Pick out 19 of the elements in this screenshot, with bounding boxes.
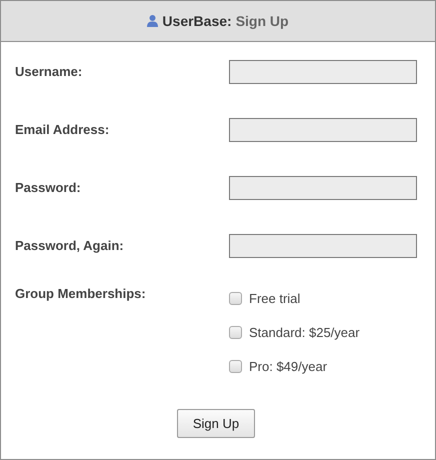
field-label: Email Address: xyxy=(15,122,110,137)
checkbox[interactable] xyxy=(229,292,242,305)
input-field[interactable] xyxy=(229,60,417,84)
checkbox[interactable] xyxy=(229,326,242,339)
field-label: Username: xyxy=(15,64,82,79)
field-label: Password, Again: xyxy=(15,238,124,253)
input-field[interactable] xyxy=(229,176,417,200)
checkbox-label: Standard: $25/year xyxy=(249,325,360,340)
page-title: Sign Up xyxy=(236,13,289,29)
input-field[interactable] xyxy=(229,234,417,258)
field-label: Password: xyxy=(15,180,81,195)
input-field[interactable] xyxy=(229,118,417,142)
checkbox-label: Pro: $49/year xyxy=(249,359,328,374)
checkbox-label: Free trial xyxy=(249,291,300,306)
user-icon xyxy=(147,15,158,27)
checkbox[interactable] xyxy=(229,360,242,373)
field-label: Group Memberships: xyxy=(15,286,146,301)
sign-up-button[interactable]: Sign Up xyxy=(177,409,255,438)
app-name: UserBase: xyxy=(162,13,232,29)
